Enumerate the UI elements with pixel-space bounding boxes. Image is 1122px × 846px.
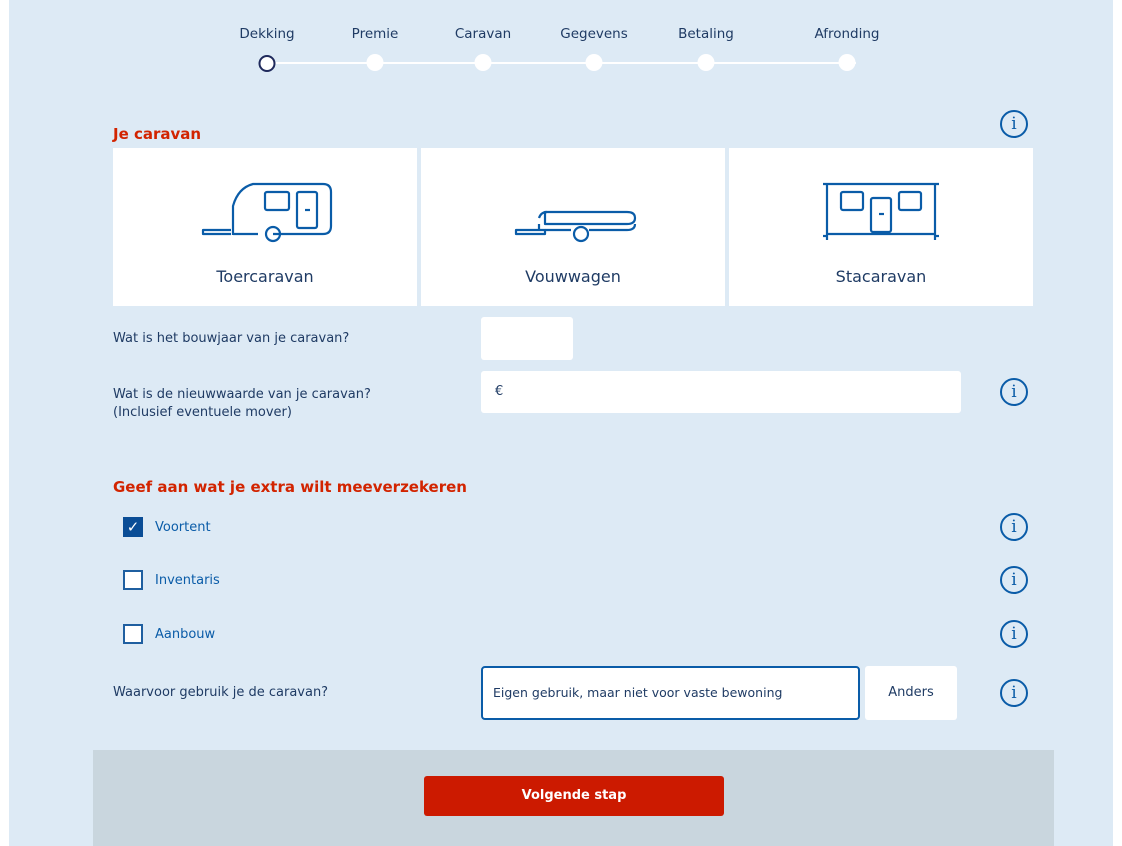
- usage-option-selected[interactable]: Eigen gebruik, maar niet voor vaste bewo…: [481, 666, 860, 720]
- info-icon[interactable]: i: [1000, 620, 1028, 648]
- new-value-label: Wat is de nieuwwaarde van je caravan?: [113, 387, 371, 402]
- caravan-type-folding[interactable]: Vouwwagen: [421, 148, 725, 306]
- progress-stepper: Dekking Premie Caravan Gegevens Betaling…: [9, 0, 1113, 90]
- voortent-checkbox[interactable]: ✓: [123, 517, 143, 537]
- new-value-input[interactable]: €: [481, 371, 961, 413]
- usage-label: Waarvoor gebruik je de caravan?: [113, 685, 329, 700]
- folding-trailer-icon: [514, 210, 637, 243]
- step-label-gegevens: Gegevens: [560, 26, 628, 42]
- inventaris-label[interactable]: Inventaris: [155, 573, 220, 588]
- caravan-type-touring[interactable]: Toercaravan: [113, 148, 417, 306]
- new-value-sublabel: (Inclusief eventuele mover): [113, 405, 292, 420]
- voortent-label[interactable]: Voortent: [155, 520, 211, 535]
- page-background: Dekking Premie Caravan Gegevens Betaling…: [9, 0, 1113, 846]
- info-icon[interactable]: i: [1000, 679, 1028, 707]
- aanbouw-checkbox[interactable]: [123, 624, 143, 644]
- info-icon[interactable]: i: [1000, 378, 1028, 406]
- caravan-type-mobile-home[interactable]: Stacaravan: [729, 148, 1033, 306]
- extras-section-title: Geef aan wat je extra wilt meeverzekeren: [113, 478, 467, 496]
- info-icon[interactable]: i: [1000, 566, 1028, 594]
- inventaris-checkbox[interactable]: [123, 570, 143, 590]
- step-dot-betaling[interactable]: [697, 54, 715, 71]
- aanbouw-label[interactable]: Aanbouw: [155, 627, 215, 642]
- mobile-home-icon: [823, 182, 939, 240]
- usage-option-other[interactable]: Anders: [865, 666, 957, 720]
- build-year-input[interactable]: [481, 317, 573, 360]
- build-year-label: Wat is het bouwjaar van je caravan?: [113, 331, 350, 346]
- caravan-type-label: Vouwwagen: [525, 267, 621, 286]
- step-label-betaling: Betaling: [678, 26, 734, 42]
- step-dot-caravan[interactable]: [474, 54, 492, 71]
- step-dot-afronding[interactable]: [838, 54, 856, 71]
- step-dot-premie[interactable]: [366, 54, 384, 71]
- caravan-type-label: Toercaravan: [216, 267, 314, 286]
- step-label-caravan: Caravan: [454, 26, 512, 42]
- info-icon[interactable]: i: [1000, 110, 1028, 138]
- step-dot-gegevens[interactable]: [585, 54, 603, 71]
- touring-caravan-icon: [201, 182, 333, 243]
- info-icon[interactable]: i: [1000, 513, 1028, 541]
- step-label-afronding: Afronding: [814, 26, 880, 42]
- step-label-dekking: Dekking: [239, 26, 295, 42]
- caravan-type-label: Stacaravan: [835, 267, 927, 286]
- currency-symbol: €: [495, 384, 504, 399]
- stepper-line: [266, 62, 856, 64]
- next-step-button[interactable]: Volgende stap: [424, 776, 724, 816]
- step-dot-dekking[interactable]: [258, 55, 276, 72]
- step-label-premie: Premie: [351, 26, 399, 42]
- caravan-section-title: Je caravan: [113, 125, 202, 143]
